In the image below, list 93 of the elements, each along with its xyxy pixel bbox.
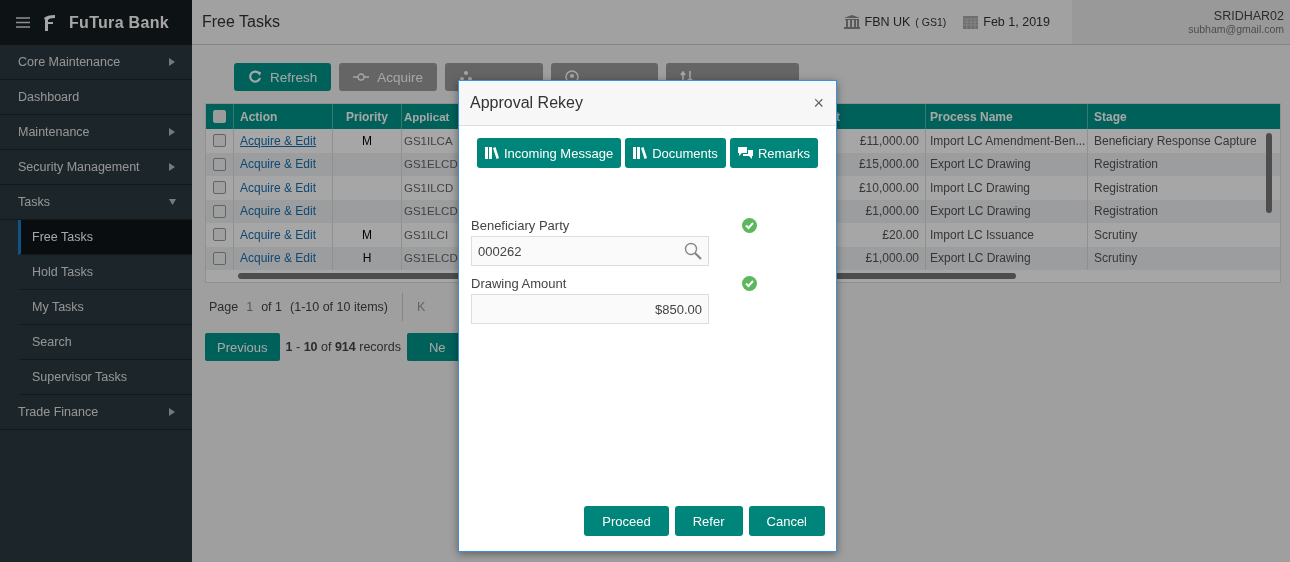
first-page-button[interactable]: K <box>417 300 426 314</box>
sidebar-subitem[interactable]: Free Tasks <box>18 220 192 255</box>
field-label: Beneficiary Party <box>471 217 570 233</box>
acquire-edit-link[interactable]: Acquire & Edit <box>240 251 317 266</box>
table-cell: £15,000.00 <box>858 157 919 172</box>
row-checkbox[interactable] <box>213 134 226 148</box>
table-cell: Import LC Drawing <box>930 180 1031 195</box>
acquire-edit-link[interactable]: Acquire & Edit <box>240 227 317 242</box>
sidebar-item[interactable]: Core Maintenance <box>0 45 192 80</box>
dialog-action-button[interactable]: Documents <box>625 138 726 168</box>
sidebar-subitem[interactable]: My Tasks <box>18 290 192 325</box>
comments-icon <box>737 147 753 159</box>
dialog-button[interactable]: Refer <box>674 506 743 536</box>
select-all-checkbox[interactable] <box>213 110 226 123</box>
table-cell: £20.00 <box>882 227 919 242</box>
row-checkbox[interactable] <box>213 157 226 171</box>
table-cell: £1,000.00 <box>865 251 919 266</box>
table-cell: Export LC Drawing <box>930 251 1031 266</box>
branch-code: ( GS1) <box>915 16 947 28</box>
field-label: Drawing Amount <box>471 275 567 291</box>
table-cell: Beneficiary Response Capture <box>1094 133 1257 148</box>
column-header: Action <box>240 109 278 124</box>
table-cell: GS1ILCD <box>404 181 454 194</box>
refresh-icon <box>248 70 262 84</box>
table-cell: M <box>362 133 372 148</box>
row-checkbox[interactable] <box>213 181 226 195</box>
user-email: subham@gmail.com <box>1188 23 1284 35</box>
table-cell: GS1ELCD <box>404 205 458 218</box>
search-icon[interactable] <box>684 242 702 260</box>
sidebar-subitem[interactable]: Supervisor Tasks <box>18 360 192 395</box>
page-count: of 1 <box>261 300 282 314</box>
table-cell: H <box>362 251 372 266</box>
table-cell: Scrutiny <box>1094 251 1138 266</box>
column-header: Applicat <box>404 110 450 123</box>
sidebar-item[interactable]: Maintenance <box>0 115 192 150</box>
table-cell: GS1ILCA <box>404 134 453 147</box>
row-checkbox[interactable] <box>213 228 226 242</box>
acquire-edit-link[interactable]: Acquire & Edit <box>240 157 317 172</box>
row-checkbox[interactable] <box>213 251 226 265</box>
table-cell: Scrutiny <box>1094 227 1138 242</box>
scrollbar[interactable] <box>1266 133 1272 213</box>
table-cell: GS1ELCD <box>404 158 458 171</box>
dialog-title: Approval Rekey <box>470 94 583 112</box>
page-label: Page <box>209 300 239 314</box>
close-button[interactable]: × <box>813 92 824 114</box>
dialog-action-button[interactable]: Remarks <box>729 138 818 168</box>
column-header: Stage <box>1094 109 1127 124</box>
menu-icon[interactable] <box>16 17 30 28</box>
table-cell: M <box>362 227 372 242</box>
user-name: SRIDHAR02 <box>1213 9 1284 23</box>
brand-name: FuTura Bank <box>69 13 169 32</box>
table-cell: Export LC Drawing <box>930 204 1031 219</box>
table-cell: Export LC Drawing <box>930 157 1031 172</box>
table-cell: £10,000.00 <box>858 180 919 195</box>
calendar-icon <box>963 15 979 29</box>
column-header: Process Name <box>930 109 1013 124</box>
dialog-action-button[interactable]: Incoming Message <box>477 138 622 168</box>
sidebar-item[interactable]: Security Management <box>0 150 192 185</box>
table-cell: Import LC Amendment-Ben... <box>930 133 1086 148</box>
toolbar-button[interactable]: Refresh <box>234 63 332 91</box>
acquire-edit-link[interactable]: Acquire & Edit <box>240 180 317 195</box>
acquire-edit-link[interactable]: Acquire & Edit <box>240 204 317 219</box>
previous-button[interactable]: Previous <box>205 333 280 361</box>
node-icon <box>353 72 370 82</box>
items-count: (1-10 of 10 items) <box>290 300 388 314</box>
table-cell: Registration <box>1094 157 1159 172</box>
dialog-button[interactable]: Proceed <box>584 506 669 536</box>
page-title: Free Tasks <box>201 13 281 31</box>
page-number: 1 <box>246 300 254 314</box>
library-icon <box>485 147 499 159</box>
library-icon <box>633 147 648 159</box>
sidebar-item[interactable]: Trade Finance <box>0 395 192 430</box>
business-date: Feb 1, 2019 <box>983 15 1050 29</box>
input-field[interactable]: $850.00 <box>471 294 709 324</box>
sidebar-subitem[interactable]: Hold Tasks <box>18 255 192 290</box>
bank-icon <box>843 15 860 29</box>
table-cell: GS1ILCI <box>404 228 449 241</box>
table-cell: GS1ELCD <box>404 252 458 265</box>
sidebar-item[interactable]: Dashboard <box>0 80 192 115</box>
records-summary: 1 - 10 of 914 records <box>285 340 401 354</box>
row-checkbox[interactable] <box>213 204 226 218</box>
table-cell: £1,000.00 <box>865 204 919 219</box>
branch-name: FBN UK <box>864 15 911 29</box>
logo-icon <box>44 14 55 31</box>
table-cell: Registration <box>1094 204 1159 219</box>
table-cell: £11,000.00 <box>859 133 919 148</box>
acquire-edit-link[interactable]: Acquire & Edit <box>240 133 317 148</box>
sidebar-subitem[interactable]: Search <box>18 325 192 360</box>
table-cell: Registration <box>1094 180 1159 195</box>
table-cell: Import LC Issuance <box>930 227 1035 242</box>
column-header: Priority <box>346 109 388 124</box>
dialog-button[interactable]: Cancel <box>748 506 825 536</box>
input-field[interactable]: 000262 <box>471 236 709 266</box>
